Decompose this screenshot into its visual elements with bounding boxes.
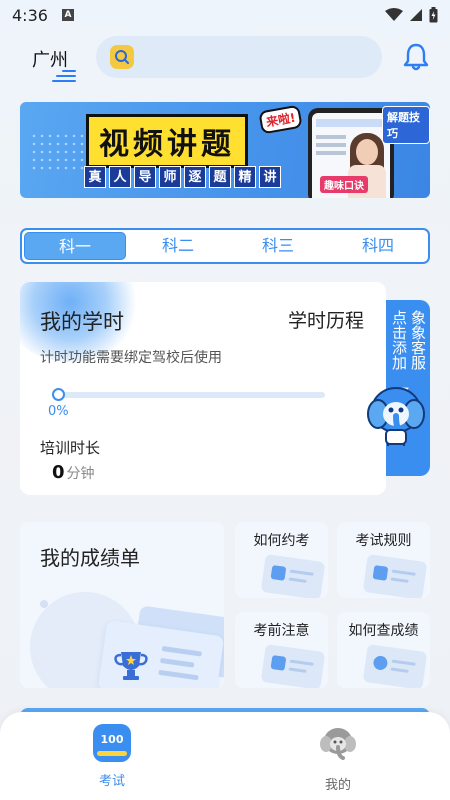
subject-tabs: 科一 科二 科三 科四 [20, 228, 430, 264]
how-to-book-exam-label: 如何约考 [253, 533, 310, 549]
banner-skill-tag: 解题技巧 [382, 106, 430, 144]
profile-doc-icon [362, 644, 428, 688]
status-time: 4:36 [12, 5, 48, 25]
study-hours-card: 我的学时 学时历程 计时功能需要绑定驾校后使用 0% 培训时长 0 分钟 [20, 282, 386, 495]
grade-bg-dot [40, 600, 48, 608]
notes-doc-icon [260, 644, 326, 688]
search-icon [110, 45, 134, 69]
nav-exam[interactable]: 100 考试 [72, 724, 152, 789]
banner-tag: 来啦! [258, 104, 304, 135]
duration-unit: 分钟 [66, 466, 95, 482]
bell-icon[interactable] [402, 42, 430, 72]
how-to-book-exam-card[interactable]: 如何约考 [235, 522, 328, 598]
tab-subject-1[interactable]: 科一 [24, 232, 126, 260]
duration-value: 0 分钟 [52, 462, 95, 483]
status-bar: 4:36 A [0, 0, 450, 30]
notification-a-icon: A [61, 9, 74, 21]
service-line-1: 点击添加 [390, 310, 408, 370]
search-bar[interactable] [96, 36, 382, 78]
check-score-label: 如何查成绩 [348, 623, 419, 639]
calendar-icon [260, 554, 326, 598]
header: 广州 [0, 36, 450, 82]
elephant-mascot-icon[interactable] [366, 380, 426, 450]
duration-label: 培训时长 [40, 439, 101, 457]
pre-exam-notes-card[interactable]: 考前注意 [235, 612, 328, 688]
status-icons [385, 7, 438, 23]
tab-subject-4[interactable]: 科四 [328, 230, 428, 262]
grade-report-card[interactable]: 我的成绩单 [20, 522, 224, 688]
bottom-nav: 100 考试 我的 [0, 712, 450, 800]
tab-subject-2[interactable]: 科二 [128, 230, 228, 262]
signal-icon [410, 9, 422, 21]
check-score-card[interactable]: 如何查成绩 [337, 612, 430, 688]
banner-subtitle-char: 导 [134, 166, 156, 188]
banner-subtitle-char: 题 [209, 166, 231, 188]
exam-icon: 100 [93, 724, 131, 762]
service-line-2: 象象客服 [409, 310, 427, 370]
promo-banner[interactable]: 视频讲题 来啦! 真 人 导 师 逐 题 精 讲 解题技巧 趣味口诀 [20, 102, 430, 198]
battery-icon [429, 7, 438, 23]
progress-percent: 0% [48, 404, 69, 419]
nav-mine[interactable]: 我的 [298, 724, 378, 793]
city-menu-icon [52, 70, 76, 85]
study-title: 我的学时 [40, 310, 124, 334]
trophy-icon [114, 652, 148, 680]
study-history-link[interactable]: 学时历程 [288, 306, 364, 333]
tab-subject-3[interactable]: 科三 [228, 230, 328, 262]
banner-formula-tag: 趣味口诀 [320, 176, 368, 193]
banner-subtitle-char: 精 [234, 166, 256, 188]
wifi-icon [385, 8, 403, 21]
banner-title: 视频讲题 [86, 114, 248, 168]
service-text: 点击添加 象象客服 [390, 310, 427, 370]
progress-track [53, 392, 325, 398]
exam-rules-label: 考试规则 [355, 533, 412, 549]
elephant-profile-icon [320, 728, 356, 760]
nav-exam-label: 考试 [98, 774, 125, 789]
banner-subtitle-char: 逐 [184, 166, 206, 188]
banner-subtitle: 真 人 导 师 逐 题 精 讲 [84, 166, 281, 188]
banner-subtitle-char: 讲 [259, 166, 281, 188]
rules-doc-icon [362, 554, 428, 598]
banner-subtitle-char: 人 [109, 166, 131, 188]
pre-exam-notes-label: 考前注意 [253, 623, 310, 639]
exam-rules-card[interactable]: 考试规则 [337, 522, 430, 598]
progress-knob [52, 388, 65, 401]
banner-subtitle-char: 师 [159, 166, 181, 188]
duration-number: 0 [52, 462, 65, 483]
exam-icon-badge: 100 [100, 733, 124, 746]
banner-dots [30, 132, 90, 172]
grade-title: 我的成绩单 [40, 546, 140, 570]
city-label: 广州 [32, 50, 68, 71]
banner-subtitle-char: 真 [84, 166, 106, 188]
study-note: 计时功能需要绑定驾校后使用 [40, 350, 222, 366]
nav-mine-label: 我的 [324, 778, 351, 793]
